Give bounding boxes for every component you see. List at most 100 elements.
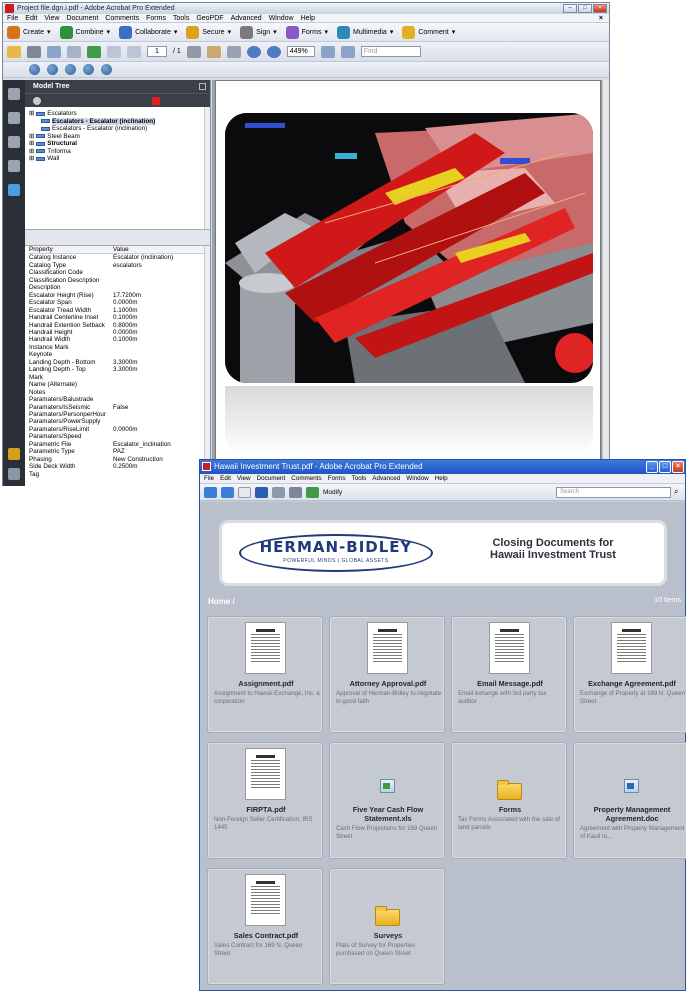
menu-item[interactable]: Help <box>435 474 448 483</box>
menu-item[interactable]: View <box>44 14 59 22</box>
property-row[interactable]: Classification Code <box>29 269 210 276</box>
property-row[interactable]: Landing Depth - Bottom 3.3000m <box>29 359 210 366</box>
file-card[interactable]: Email Message.pdf Email exhange with 3rd … <box>451 616 567 733</box>
options-gear-icon[interactable] <box>33 97 41 105</box>
property-row[interactable]: Handrail Height 0.0000m <box>29 329 210 336</box>
menu-item[interactable]: File <box>7 14 18 22</box>
property-row[interactable]: Paramaters/RiseLimit 0.0000m <box>29 426 210 433</box>
next-page-icon[interactable] <box>127 45 141 58</box>
attachments-lock-icon[interactable] <box>8 448 20 460</box>
file-card[interactable]: Assignment.pdf Assignment to Hawaii Excha… <box>207 616 323 733</box>
binoculars-icon[interactable]: ⌕ <box>674 487 678 497</box>
property-row[interactable]: Landing Depth - Top 3.3000m <box>29 366 210 373</box>
property-row[interactable]: Paramaters/Balustrade <box>29 396 210 403</box>
menu-item[interactable]: Document <box>257 474 286 483</box>
menu-item[interactable]: Forms <box>146 14 166 22</box>
property-row[interactable]: Instance Mark <box>29 344 210 351</box>
file-card[interactable]: Property Management Agreement.doc Agreeme… <box>573 742 686 859</box>
property-row[interactable]: Paramaters/PowerSupply <box>29 418 210 425</box>
web-icon[interactable] <box>87 45 101 58</box>
document-scrollbar[interactable] <box>602 80 609 486</box>
close-icon[interactable]: × <box>593 4 607 13</box>
print-icon[interactable] <box>289 486 302 498</box>
task-button[interactable]: Collaborate ▾ <box>119 25 177 39</box>
bookmarks-icon[interactable] <box>8 112 20 124</box>
property-row[interactable]: Escalator Span 0.0000m <box>29 299 210 306</box>
task-button[interactable]: Secure ▾ <box>186 25 231 39</box>
menu-item[interactable]: Advanced <box>231 14 262 22</box>
tree-node[interactable]: ⊞ Structural <box>29 140 210 148</box>
menu-item[interactable]: Help <box>301 14 315 22</box>
property-row[interactable]: Phasing New Construction <box>29 456 210 463</box>
property-row[interactable]: Escalator Tread Width 1.1000m <box>29 307 210 314</box>
open-folder-icon[interactable] <box>7 45 21 58</box>
menu-item[interactable]: Comments <box>105 14 139 22</box>
minimize-icon[interactable]: – <box>563 4 577 13</box>
close-document-icon[interactable]: × <box>599 14 603 23</box>
page-icon[interactable] <box>238 486 251 498</box>
property-row[interactable]: Keynote <box>29 351 210 358</box>
property-row[interactable]: Catalog Instance Escalator (inclination) <box>29 254 210 261</box>
property-row[interactable]: Handrail Centerline Inset 0.1000m <box>29 314 210 321</box>
file-card[interactable]: Surveys Plats of Survey for Properties pu… <box>329 868 445 985</box>
acrobat-window-portfolio[interactable]: Hawaii Investment Trust.pdf - Adobe Acro… <box>199 459 686 991</box>
maximize-icon[interactable]: □ <box>578 4 592 13</box>
tree-scrollbar[interactable] <box>204 107 210 229</box>
panel-splitter[interactable] <box>25 230 210 246</box>
expand-icon[interactable]: ⊞ <box>29 155 34 163</box>
tree-node[interactable]: ⊞ Escalators <box>29 110 210 118</box>
menu-item[interactable]: Advanced <box>372 474 400 483</box>
share-icon[interactable] <box>306 486 319 498</box>
task-button[interactable]: Multimedia ▾ <box>336 25 393 39</box>
property-row[interactable]: Name (Alternate) <box>29 381 210 388</box>
property-row[interactable]: Paramaters/IsSeismic False <box>29 404 210 411</box>
menu-item[interactable]: Tools <box>352 474 367 483</box>
task-button[interactable]: Forms ▾ <box>285 25 328 39</box>
file-card[interactable]: Forms Tax Forms Associated with the sale … <box>451 742 567 859</box>
file-card[interactable]: Exchange Agreement.pdf Exchange of Proper… <box>573 616 686 733</box>
print-icon[interactable] <box>27 45 41 58</box>
page-number-input[interactable]: 1 <box>147 46 167 57</box>
previous-page-icon[interactable] <box>107 45 121 58</box>
file-card[interactable]: Five Year Cash Flow Statement.xls Cash Fl… <box>329 742 445 859</box>
menu-item[interactable]: Edit <box>25 14 37 22</box>
menu-item[interactable]: Window <box>406 474 428 483</box>
fit-width-icon[interactable] <box>340 45 355 58</box>
property-row[interactable]: Handrail Width 0.1000m <box>29 336 210 343</box>
file-card[interactable]: FIRPTA.pdf Non-Foreign Seller Certificati… <box>207 742 323 859</box>
modify-menu[interactable]: Modify <box>323 489 342 496</box>
zoom-in-icon[interactable] <box>266 45 281 58</box>
expand-icon[interactable]: ⊞ <box>29 140 34 148</box>
select-tool-icon[interactable] <box>186 45 201 58</box>
menu-item[interactable]: Comments <box>291 474 321 483</box>
marquee-zoom-icon[interactable] <box>226 45 241 58</box>
home-icon[interactable] <box>204 486 217 498</box>
expand-icon[interactable]: ⊞ <box>29 133 34 141</box>
3d-model-viewport[interactable] <box>225 113 593 383</box>
minimize-icon[interactable]: _ <box>646 461 658 473</box>
pan-icon[interactable] <box>65 64 76 75</box>
task-button[interactable]: Sign ▾ <box>240 25 277 39</box>
hand-tool-icon[interactable] <box>206 45 221 58</box>
expand-icon[interactable]: ⊞ <box>29 110 34 118</box>
close-icon[interactable]: × <box>672 461 684 473</box>
menu-item[interactable]: GeoPDF <box>196 14 223 22</box>
layout-icon[interactable] <box>221 486 234 498</box>
preview-icon[interactable] <box>255 486 268 498</box>
rotate-icon[interactable] <box>29 64 40 75</box>
file-card[interactable]: Sales Contract.pdf Sales Contract for 169… <box>207 868 323 985</box>
layers-icon[interactable] <box>8 136 20 148</box>
zoom-out-icon[interactable] <box>246 45 261 58</box>
search-input[interactable]: Search <box>556 487 671 498</box>
property-row[interactable]: Tag <box>29 471 210 478</box>
spin-icon[interactable] <box>47 64 58 75</box>
menu-item[interactable]: Tools <box>173 14 189 22</box>
expand-icon[interactable]: ⊞ <box>29 148 34 156</box>
breadcrumb[interactable]: Home / <box>208 597 235 606</box>
find-input[interactable]: Find <box>360 46 421 57</box>
property-row[interactable]: Parametric File Escalator_inclination <box>29 441 210 448</box>
menu-item[interactable]: View <box>237 474 251 483</box>
property-row[interactable]: Classification Description <box>29 277 210 284</box>
property-row[interactable]: Notes <box>29 389 210 396</box>
properties-scrollbar[interactable] <box>204 246 210 486</box>
